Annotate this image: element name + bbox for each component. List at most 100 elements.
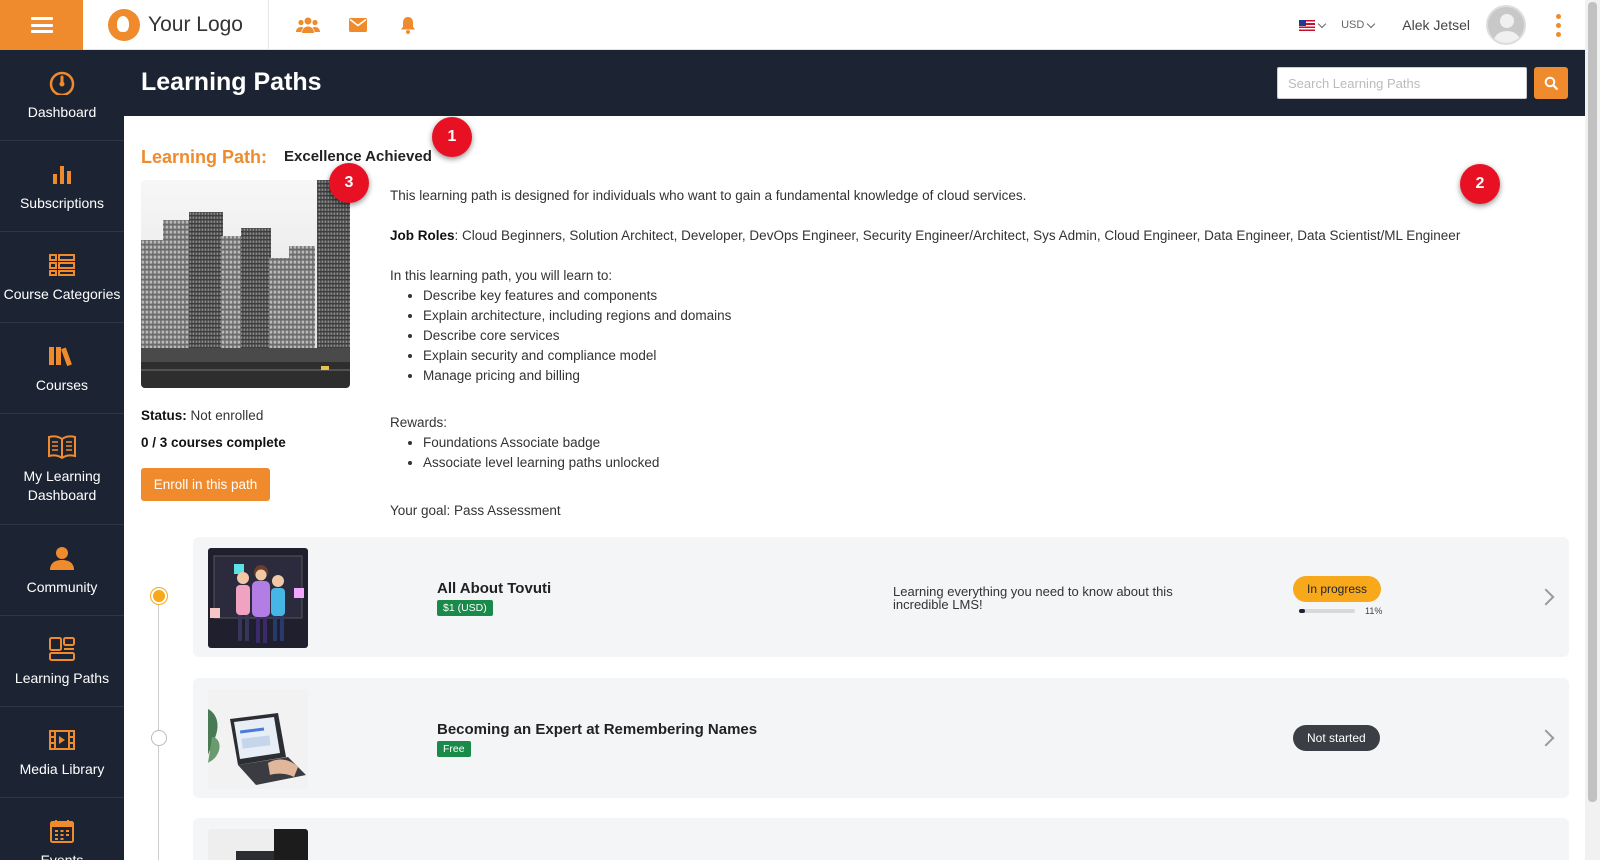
course-card[interactable] [193,818,1569,860]
sidebar-item-my-learning-dashboard[interactable]: My Learning Dashboard [0,414,124,525]
learn-intro: In this learning path, you will learn to… [390,268,613,283]
top-bar: Your Logo USD Alek Jetsel [0,0,1585,50]
user-area: USD Alek Jetsel [1299,0,1561,50]
rewards-label: Rewards: [390,415,448,430]
intro-text: This learning path is designed for indiv… [390,188,1027,203]
list-item: Explain security and compliance model [423,346,1520,366]
sidebar-item-label: Courses [35,376,89,393]
list-item: Foundations Associate badge [423,433,1520,453]
sidebar-item-label: Subscriptions [19,194,105,211]
chevron-right-icon[interactable] [1537,729,1555,747]
logo-icon [108,9,140,41]
status-label: Status: [141,408,187,423]
speedometer-icon [48,69,76,97]
sidebar-item-course-categories[interactable]: Course Categories [0,232,124,323]
sidebar-item-label: Course Categories [3,285,121,302]
goal-text: Your goal: Pass Assessment [390,503,561,518]
enroll-button[interactable]: Enroll in this path [141,468,270,501]
mail-icon[interactable] [346,14,370,36]
page-header: Learning Paths [124,50,1585,116]
scrollbar-thumb[interactable] [1588,2,1597,802]
courses-complete: 0 / 3 courses complete [141,435,286,450]
sidebar-item-media-library[interactable]: Media Library [0,707,124,798]
logo[interactable]: Your Logo [108,8,243,42]
learning-path-description: This learning path is designed for indiv… [390,186,1520,521]
course-progress-bar [1299,609,1355,613]
sidebar-item-learning-paths[interactable]: Learning Paths [0,616,124,707]
page-title: Learning Paths [141,68,322,96]
person-icon [48,544,76,572]
course-title[interactable]: Becoming an Expert at Remembering Names [437,721,757,738]
currency-selector[interactable]: USD [1341,19,1376,31]
annotation-marker-3: 3 [329,163,369,203]
list-item: Manage pricing and billing [423,366,1520,386]
currency-label: USD [1341,19,1365,31]
course-card[interactable]: Becoming an Expert at Remembering Names … [193,678,1569,798]
status-value: Not enrolled [190,408,264,423]
learn-list: Describe key features and components Exp… [390,286,1520,386]
annotation-marker-1: 1 [432,117,472,157]
us-flag-icon [1299,19,1316,31]
search-icon [1544,76,1558,90]
sidebar-item-label: Community [26,578,98,595]
bar-chart-icon [48,160,76,188]
course-progress-fill [1299,609,1306,613]
user-name[interactable]: Alek Jetsel [1402,17,1470,33]
course-description: Learning everything you need to know abo… [893,584,1173,612]
logo-text: Your Logo [148,13,243,36]
course-thumbnail [208,829,308,860]
list-item: Describe core services [423,326,1520,346]
sidebar-item-community[interactable]: Community [0,525,124,616]
sidebar-item-dashboard[interactable]: Dashboard [0,50,124,141]
chevron-down-icon [1367,19,1376,28]
sidebar-item-courses[interactable]: Courses [0,323,124,414]
sidebar-item-label: Events [40,851,84,860]
top-icons [296,14,420,36]
list-item: Describe key features and components [423,286,1520,306]
rewards-list: Foundations Associate badge Associate le… [390,433,1520,473]
timeline-dot-active [151,588,167,604]
job-roles-value: : Cloud Beginners, Solution Architect, D… [454,228,1461,243]
course-card[interactable]: All About Tovuti $1 (USD) Learning every… [193,537,1569,657]
status-badge: In progress [1293,576,1382,602]
layout-icon [48,635,76,663]
learning-path-cover-image [141,180,350,388]
course-progress-percent: 11% [1365,606,1383,616]
language-selector[interactable] [1299,19,1327,31]
sidebar-item-label: Dashboard [27,103,97,120]
open-book-icon [48,433,76,461]
job-roles-label: Job Roles [390,228,455,243]
books-icon [48,342,76,370]
course-timeline [158,596,159,860]
learning-path-label: Learning Path: [141,147,268,167]
avatar[interactable] [1486,5,1526,45]
calendar-icon [48,817,76,845]
course-title[interactable]: All About Tovuti [437,580,551,597]
sidebar-item-subscriptions[interactable]: Subscriptions [0,141,124,232]
scrollbar[interactable] [1585,0,1600,860]
menu-toggle-button[interactable] [0,0,83,50]
course-thumbnail [208,548,308,648]
sidebar-item-label: Learning Paths [14,669,110,686]
list-item: Explain architecture, including regions … [423,306,1520,326]
sidebar-item-events[interactable]: Events [0,798,124,860]
chevron-right-icon[interactable] [1537,588,1555,606]
price-badge: Free [437,741,471,757]
list-icon [48,251,76,279]
sidebar: Dashboard Subscriptions Course Categorie… [0,50,124,860]
course-thumbnail [208,689,308,789]
search-input[interactable] [1277,67,1527,99]
learning-path-name: Excellence Achieved [284,148,432,165]
job-roles: Job Roles: Cloud Beginners, Solution Arc… [390,226,1520,246]
sidebar-item-label: Media Library [19,760,105,777]
list-item: Associate level learning paths unlocked [423,453,1520,473]
status-badge: Not started [1293,725,1380,751]
bell-icon[interactable] [396,14,420,36]
enrollment-status: Status: Not enrolled [141,408,263,423]
search-button[interactable] [1534,67,1568,99]
price-badge: $1 (USD) [437,600,493,616]
sidebar-item-label: My Learning Dashboard [23,468,101,503]
community-icon[interactable] [296,14,320,36]
more-options-icon[interactable] [1556,13,1561,37]
film-icon [48,726,76,754]
